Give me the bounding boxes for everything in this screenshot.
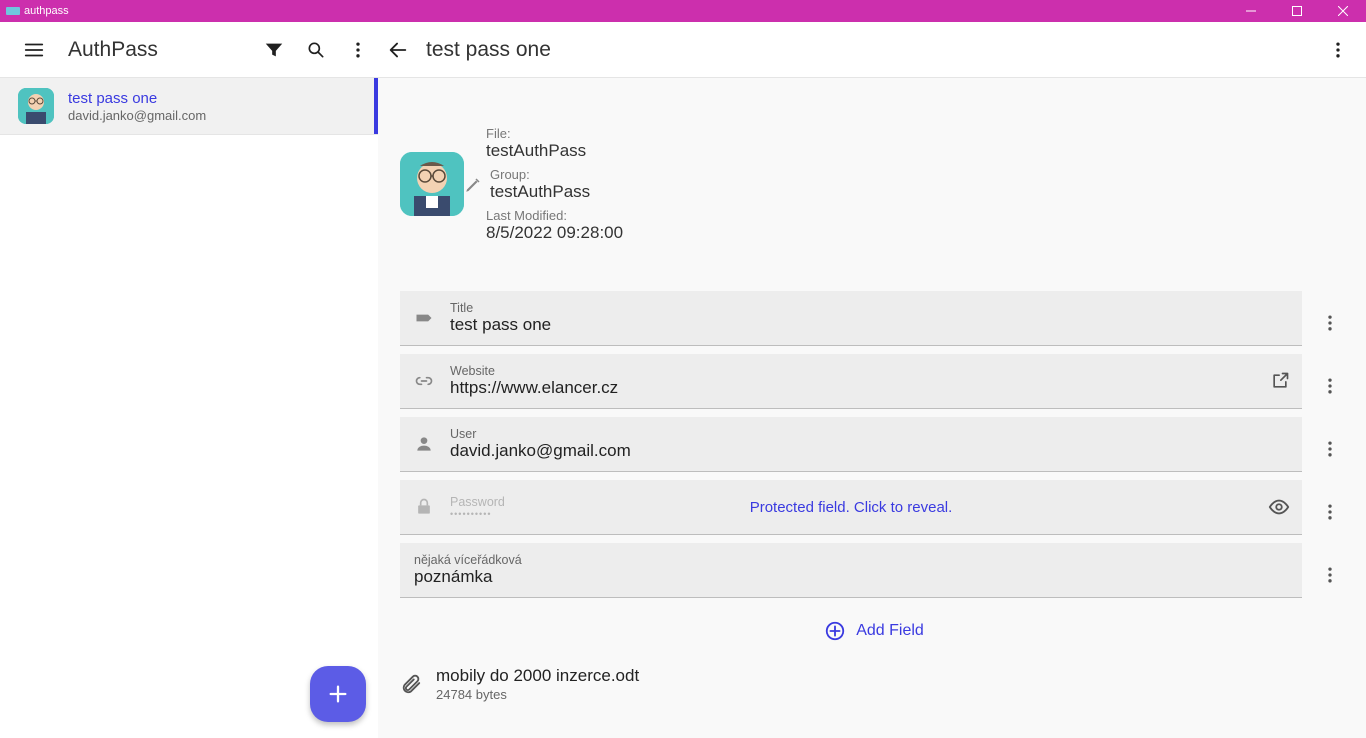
window-maximize-button[interactable] bbox=[1274, 0, 1320, 22]
field-more-button[interactable] bbox=[1312, 417, 1348, 480]
attachment-size: 24784 bytes bbox=[436, 687, 639, 702]
window-title: authpass bbox=[24, 5, 69, 17]
edit-group-icon[interactable] bbox=[464, 176, 482, 194]
file-label: File: bbox=[486, 126, 623, 141]
add-field-label: Add Field bbox=[856, 622, 924, 640]
list-more-button[interactable] bbox=[338, 30, 378, 70]
field-value: test pass one bbox=[450, 315, 1290, 335]
attachment-row[interactable]: mobily do 2000 inzerce.odt 24784 bytes bbox=[378, 652, 1366, 702]
field-more-button[interactable] bbox=[1312, 354, 1348, 417]
add-field-button[interactable]: Add Field bbox=[400, 606, 1348, 652]
modified-value: 8/5/2022 09:28:00 bbox=[486, 223, 623, 243]
hamburger-menu-button[interactable] bbox=[14, 30, 54, 70]
entry-title: test pass one bbox=[422, 38, 551, 62]
field-note[interactable]: nějaká víceřádková poznámka bbox=[400, 543, 1302, 598]
list-item[interactable]: test pass one david.janko@gmail.com bbox=[0, 78, 378, 135]
field-password[interactable]: Password •••••••••• Protected field. Cli… bbox=[400, 480, 1302, 535]
field-more-button[interactable] bbox=[1312, 480, 1348, 543]
window-close-button[interactable] bbox=[1320, 0, 1366, 22]
field-label: Website bbox=[450, 364, 1256, 378]
window-minimize-button[interactable] bbox=[1228, 0, 1274, 22]
modified-label: Last Modified: bbox=[486, 208, 623, 223]
window-title-bar: authpass bbox=[0, 0, 1366, 22]
app-header: AuthPass test pass one bbox=[0, 22, 1366, 78]
add-entry-fab[interactable] bbox=[310, 666, 366, 722]
avatar bbox=[18, 88, 54, 124]
user-icon bbox=[412, 434, 436, 454]
list-item-subtitle: david.janko@gmail.com bbox=[68, 108, 206, 123]
field-label: nějaká víceřádková bbox=[414, 553, 1290, 567]
field-more-button[interactable] bbox=[1312, 291, 1348, 354]
field-value: david.janko@gmail.com bbox=[450, 441, 1290, 461]
open-url-button[interactable] bbox=[1270, 371, 1290, 391]
field-value: poznámka bbox=[414, 567, 1290, 587]
attachment-name: mobily do 2000 inzerce.odt bbox=[436, 666, 639, 686]
selection-indicator bbox=[374, 78, 378, 134]
field-more-button[interactable] bbox=[1312, 543, 1348, 606]
app-icon bbox=[6, 7, 20, 15]
entry-avatar bbox=[400, 152, 464, 216]
list-item-title: test pass one bbox=[68, 90, 206, 107]
field-value: https://www.elancer.cz bbox=[450, 378, 1256, 398]
link-icon bbox=[412, 371, 436, 391]
group-value: testAuthPass bbox=[490, 182, 590, 202]
file-value: testAuthPass bbox=[486, 141, 623, 161]
entry-detail: File: testAuthPass Group: testAuthPass L… bbox=[378, 78, 1366, 738]
back-button[interactable] bbox=[378, 30, 418, 70]
field-user[interactable]: User david.janko@gmail.com bbox=[400, 417, 1302, 472]
tag-icon bbox=[412, 308, 436, 328]
field-label: Title bbox=[450, 301, 1290, 315]
entries-list: test pass one david.janko@gmail.com bbox=[0, 78, 378, 738]
paperclip-icon bbox=[400, 673, 422, 695]
app-title: AuthPass bbox=[62, 38, 246, 62]
field-title[interactable]: Title test pass one bbox=[400, 291, 1302, 346]
field-website[interactable]: Website https://www.elancer.cz bbox=[400, 354, 1302, 409]
protected-field-message[interactable]: Protected field. Click to reveal. bbox=[400, 499, 1302, 516]
field-label: User bbox=[450, 427, 1290, 441]
group-label: Group: bbox=[490, 167, 590, 182]
search-button[interactable] bbox=[296, 30, 336, 70]
filter-button[interactable] bbox=[254, 30, 294, 70]
detail-more-button[interactable] bbox=[1318, 30, 1358, 70]
